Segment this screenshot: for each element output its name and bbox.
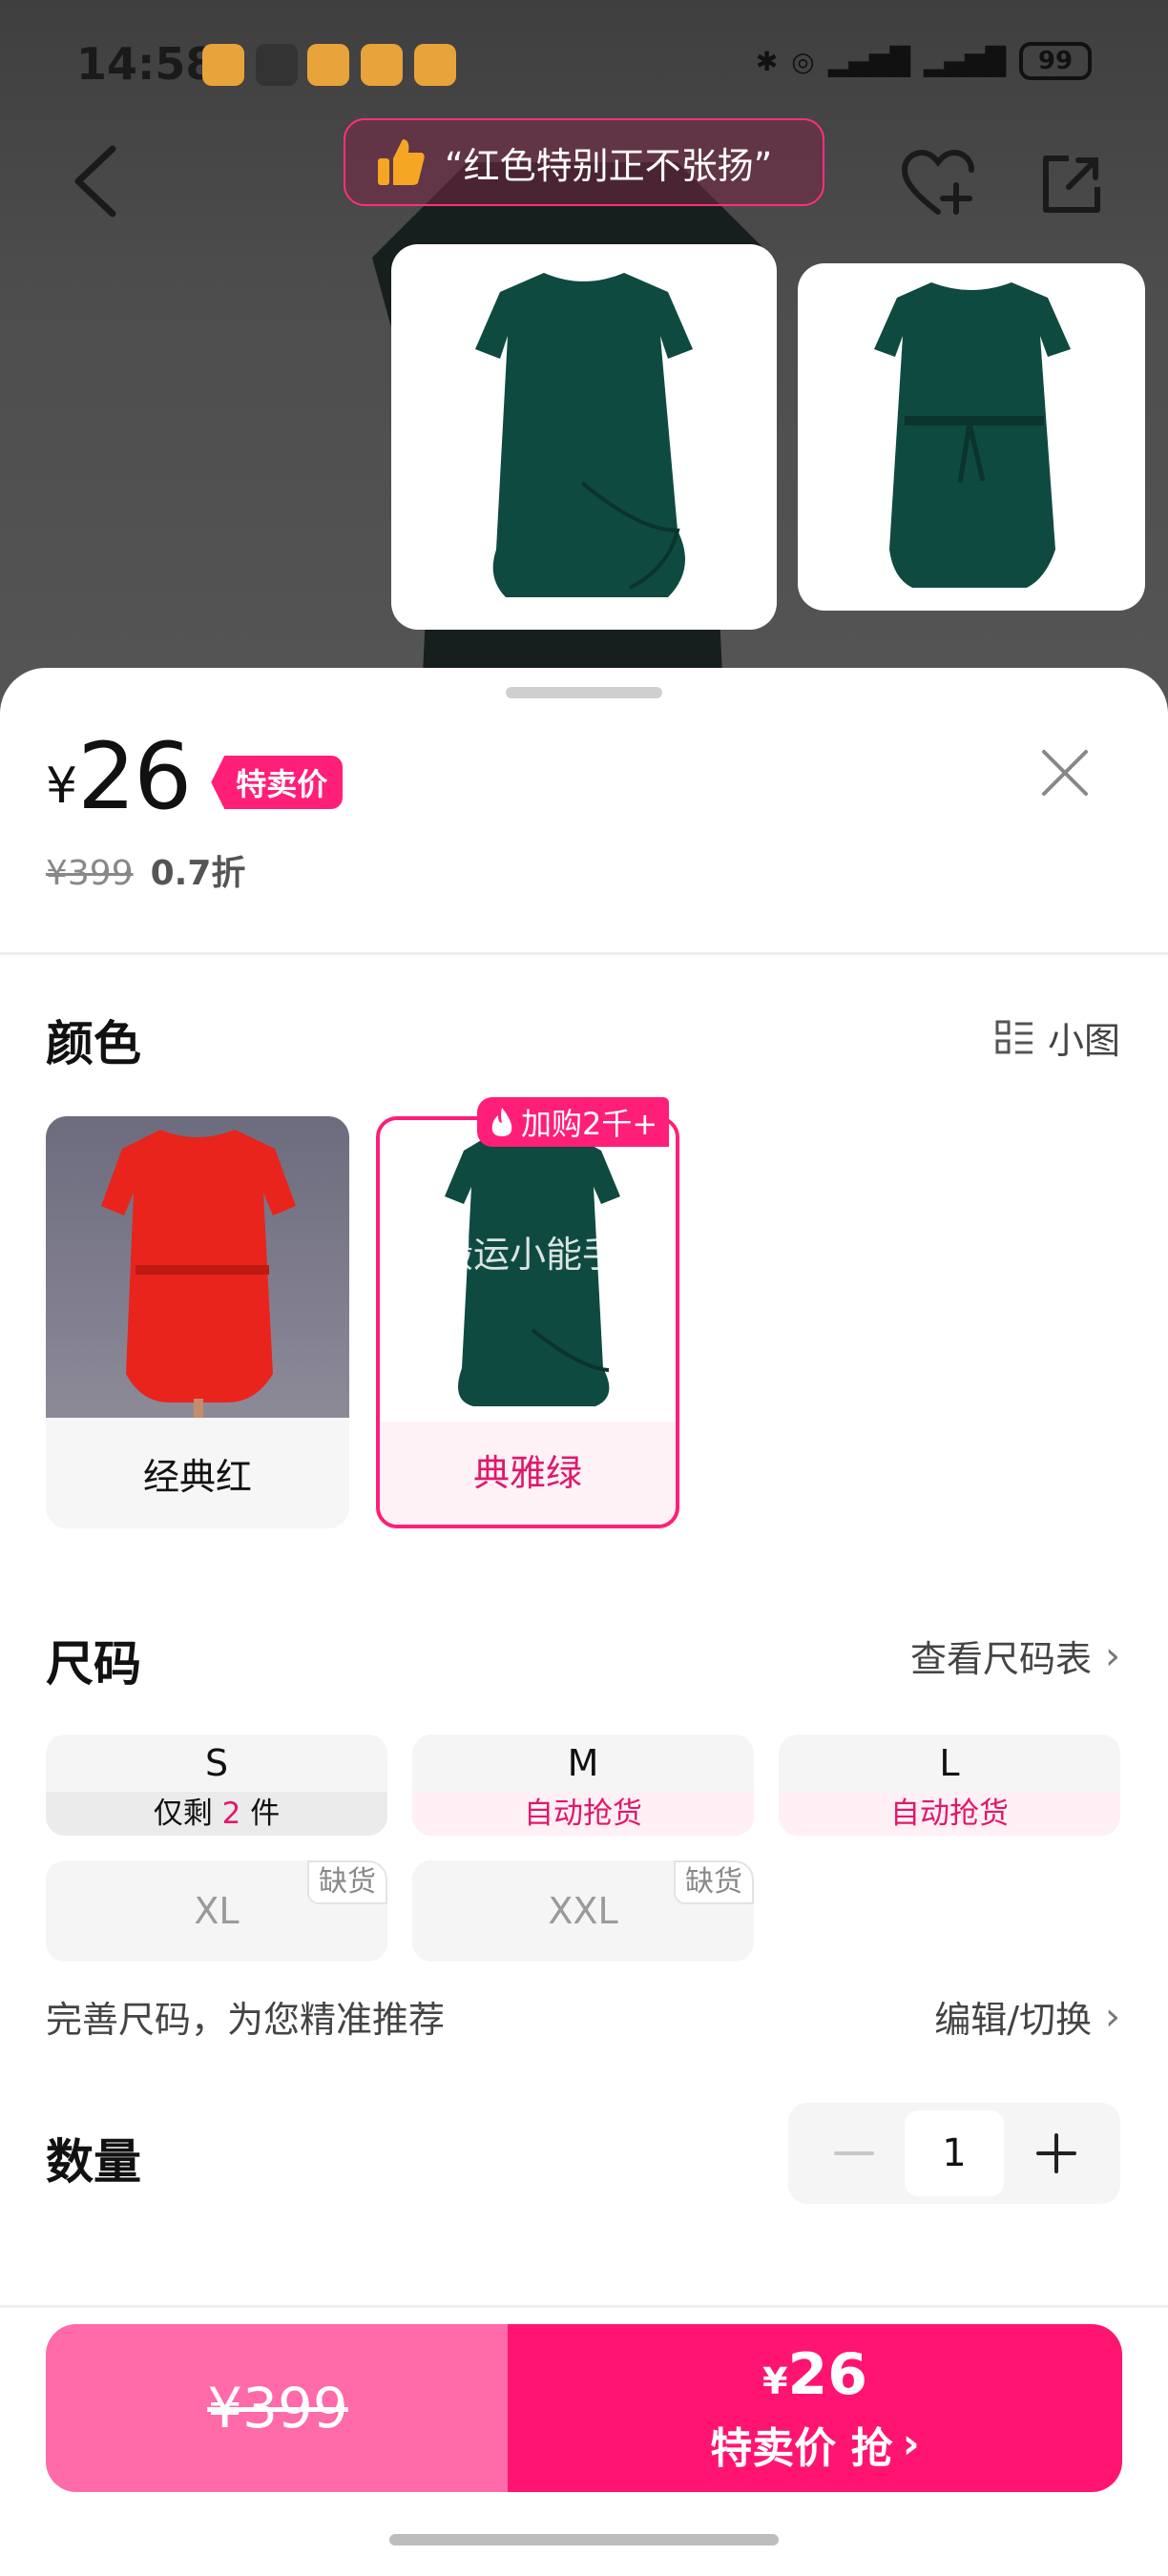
system-icons: ✱ ◎ ▂▄▆█ ▂▄▆█ 99	[756, 42, 1092, 80]
home-indicator	[389, 2534, 779, 2545]
size-label: L	[939, 1742, 960, 1784]
edit-size-label: 编辑/切换	[934, 1999, 1092, 2041]
color-option-green[interactable]: 搬运小能手 典雅绿	[376, 1116, 679, 1528]
original-price: ¥399	[46, 854, 134, 893]
out-of-stock-tag: 缺货	[307, 1860, 387, 1904]
currency-symbol: ¥	[46, 758, 78, 815]
product-preview-image-side[interactable]	[798, 263, 1145, 611]
size-recommend-hint: 完善尺码，为您精准推荐	[46, 1999, 446, 2041]
buy-label-row: 特卖价 抢 ›	[710, 2414, 919, 2475]
hot-badge: 加购2千+	[477, 1097, 670, 1147]
stock-note: 仅剩 2 件	[46, 1792, 387, 1836]
minus-icon[interactable]	[830, 2129, 878, 2177]
plus-icon[interactable]	[1032, 2129, 1080, 2177]
red-dress-image	[46, 1116, 349, 1418]
out-of-stock-tag: 缺货	[674, 1860, 754, 1904]
size-label: M	[567, 1742, 599, 1784]
buy-price: ¥26	[762, 2340, 867, 2408]
chevron-right-icon: ›	[902, 2420, 920, 2468]
size-option-s[interactable]: S 仅剩 2 件	[46, 1735, 387, 1836]
bluetooth-icon: ✱	[755, 45, 779, 77]
weibo-notification-icon	[307, 44, 349, 86]
list-view-icon	[995, 1020, 1032, 1053]
quantity-stepper: 1	[788, 2103, 1120, 2204]
add-favorite-icon[interactable]	[901, 149, 975, 218]
status-bar: 14:58 ✱ ◎ ▂▄▆█ ▂▄▆█ 99	[0, 0, 1168, 134]
quantity-section-title: 数量	[46, 2134, 141, 2190]
weibo-notification-icon	[361, 44, 403, 86]
size-option-m[interactable]: M 自动抢货	[412, 1735, 754, 1836]
quantity-value[interactable]: 1	[905, 2110, 1004, 2196]
special-price-tag: 特卖价	[211, 756, 344, 809]
edit-size-link[interactable]: 编辑/切换 ›	[934, 1990, 1120, 2043]
color-option-label: 经典红	[142, 1455, 252, 1498]
close-icon[interactable]	[1038, 746, 1092, 800]
buy-label: 特卖价 抢	[710, 2423, 893, 2473]
current-price: 26	[77, 723, 192, 830]
review-quote-text: “红色特别正不张扬”	[445, 144, 773, 187]
share-icon[interactable]	[1040, 153, 1103, 216]
view-toggle-button[interactable]: 小图	[994, 1011, 1120, 1064]
original-price-row: ¥399 0.7折	[46, 845, 245, 895]
color-option-red[interactable]: 经典红	[46, 1116, 349, 1528]
signal-5g-icon: ▂▄▆█	[827, 45, 910, 77]
hot-badge-text: 加购2千+	[521, 1106, 658, 1142]
product-background: 14:58 ✱ ◎ ▂▄▆█ ▂▄▆█ 99 “红色特别正不张扬”	[0, 0, 1168, 725]
auto-grab-note: 自动抢货	[779, 1792, 1120, 1836]
original-price-buy-button[interactable]: ¥399	[46, 2324, 510, 2492]
size-chart-link[interactable]: 查看尺码表 ›	[910, 1630, 1120, 1682]
signal-5g-icon-2: ▂▄▆█	[923, 45, 1006, 77]
fire-icon	[491, 1108, 512, 1136]
size-option-xxl[interactable]: XXL 缺货	[412, 1860, 754, 1962]
divider	[0, 2305, 1168, 2308]
size-option-l[interactable]: L 自动抢货	[779, 1735, 1120, 1836]
upload-notification-icon	[256, 44, 298, 86]
chevron-right-icon: ›	[1105, 1994, 1120, 2039]
green-dress-image: 搬运小能手	[380, 1120, 676, 1422]
chevron-right-icon: ›	[1105, 1633, 1120, 1678]
size-chart-label: 查看尺码表	[909, 1638, 1092, 1680]
color-option-label: 典雅绿	[472, 1451, 582, 1494]
special-price-buy-button[interactable]: ¥26 特卖价 抢 ›	[508, 2324, 1122, 2492]
discount-label: 0.7折	[150, 854, 246, 893]
hotspot-icon: ◎	[791, 45, 815, 77]
price-row: ¥ 26 特卖价	[46, 723, 344, 830]
weibo-notification-icon	[414, 44, 456, 86]
thumbs-up-icon	[378, 139, 425, 185]
image-watermark: 搬运小能手	[436, 1234, 619, 1276]
color-section-title: 颜色	[46, 1016, 141, 1071]
sku-selection-sheet: ¥ 26 特卖价 ¥399 0.7折 颜色 小图 经典红 搬运小能手 典雅绿 加…	[0, 668, 1168, 2576]
size-label: S	[204, 1742, 229, 1784]
battery-icon: 99	[1019, 42, 1092, 80]
auto-grab-note: 自动抢货	[412, 1792, 754, 1836]
weibo-notification-icon	[202, 44, 244, 86]
size-option-xl[interactable]: XL 缺货	[46, 1860, 387, 1962]
original-price-button-label: ¥399	[207, 2376, 348, 2441]
divider	[0, 952, 1168, 955]
review-quote-pill[interactable]: “红色特别正不张扬”	[344, 118, 824, 206]
view-toggle-label: 小图	[1047, 1020, 1120, 1062]
back-arrow-icon[interactable]	[69, 143, 126, 219]
sheet-grabber[interactable]	[506, 687, 662, 698]
status-time: 14:58	[76, 38, 217, 90]
size-section-title: 尺码	[46, 1636, 141, 1692]
product-preview-image-front[interactable]	[391, 244, 777, 630]
